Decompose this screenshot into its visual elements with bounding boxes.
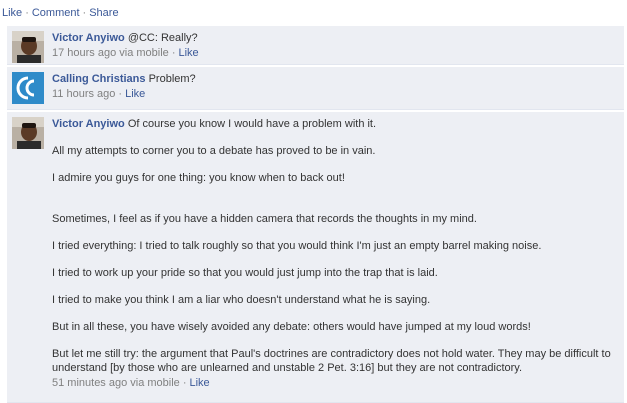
avatar[interactable] xyxy=(12,117,44,149)
comment-author[interactable]: Victor Anyiwo xyxy=(52,32,125,44)
comment-source: via mobile xyxy=(130,377,180,389)
calling-christians-logo-icon xyxy=(12,72,44,104)
comment-item: Victor Anyiwo @CC: Really? 17 hours ago … xyxy=(7,26,624,65)
user-photo-icon xyxy=(12,117,44,149)
comment-item: Calling Christians Problem? 11 hours ago… xyxy=(7,67,624,110)
post-actions: Like · Comment · Share xyxy=(0,6,119,20)
like-link[interactable]: Like xyxy=(2,7,22,19)
comment-paragraph: I tried to work up your pride so that yo… xyxy=(52,267,438,279)
comment-text: Of course you know I would have a proble… xyxy=(127,118,377,130)
comment-text: @CC: Really? xyxy=(127,32,198,44)
comment-paragraph: I tried to make you think I am a liar wh… xyxy=(52,294,431,306)
comment-link[interactable]: Comment xyxy=(32,7,80,19)
timestamp[interactable]: 17 hours ago xyxy=(52,47,116,59)
comment-meta: 11 hours ago · Like xyxy=(52,87,618,101)
comment-body: Victor Anyiwo @CC: Really? 17 hours ago … xyxy=(52,31,618,60)
separator: · xyxy=(118,88,123,100)
comment-paragraph: I admire you guys for one thing: you kno… xyxy=(52,172,345,184)
share-link[interactable]: Share xyxy=(89,7,118,19)
comment-paragraph: Sometimes, I feel as if you have a hidde… xyxy=(52,213,477,225)
comment-paragraph: I tried everything: I tried to talk roug… xyxy=(52,240,542,252)
comment-source: via mobile xyxy=(119,47,169,59)
timestamp[interactable]: 51 minutes ago xyxy=(52,377,127,389)
comment-paragraph: All my attempts to corner you to a debat… xyxy=(52,145,376,157)
comment-meta: 17 hours ago via mobile · Like xyxy=(52,46,618,60)
comment-author[interactable]: Calling Christians xyxy=(52,73,146,85)
comment-paragraph: But let me still try: the argument that … xyxy=(52,348,611,374)
comment-author[interactable]: Victor Anyiwo xyxy=(52,118,125,130)
comment-text: Problem? xyxy=(148,73,196,85)
comment-body: Victor Anyiwo Of course you know I would… xyxy=(52,117,618,390)
like-link[interactable]: Like xyxy=(125,88,145,100)
avatar[interactable] xyxy=(12,72,44,104)
comment-paragraph: But in all these, you have wisely avoide… xyxy=(52,321,531,333)
comment-body: Calling Christians Problem? 11 hours ago… xyxy=(52,72,618,101)
separator: · xyxy=(171,47,176,59)
like-link[interactable]: Like xyxy=(189,377,209,389)
user-photo-icon xyxy=(12,31,44,63)
separator: · xyxy=(182,377,187,389)
separator: · xyxy=(25,7,29,19)
separator: · xyxy=(82,7,87,19)
timestamp[interactable]: 11 hours ago xyxy=(52,88,115,100)
comment-meta: 51 minutes ago via mobile · Like xyxy=(52,376,618,390)
avatar[interactable] xyxy=(12,31,44,63)
like-link[interactable]: Like xyxy=(178,47,198,59)
comment-item: Victor Anyiwo Of course you know I would… xyxy=(7,112,624,403)
post-feedback-area: Like · Comment · Share Victor Anyiwo @CC: Re… xyxy=(0,0,627,403)
